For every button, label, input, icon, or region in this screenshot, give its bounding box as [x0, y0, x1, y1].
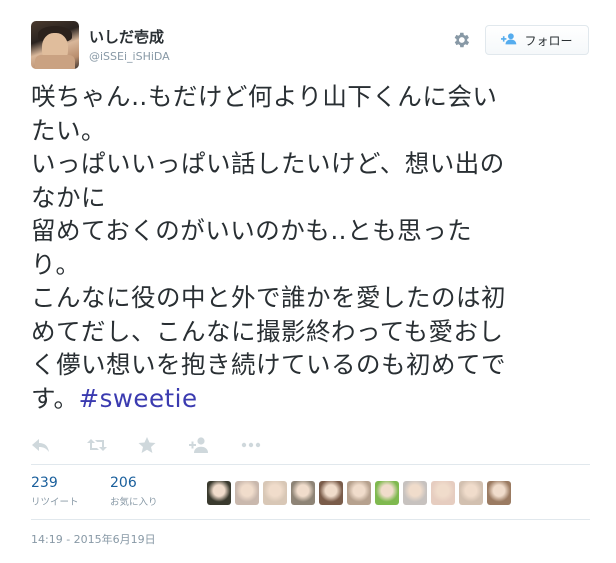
retweet-icon[interactable]	[87, 436, 107, 454]
add-user-icon	[501, 32, 519, 49]
display-name[interactable]: いしだ壱成	[89, 26, 164, 47]
gear-icon[interactable]	[451, 30, 471, 50]
follow-button-label: フォロー	[524, 33, 573, 48]
tweet-line: 咲ちゃん‥もだけど何より山下くんに会い	[31, 82, 498, 111]
tweet-line: めてだし、こんなに撮影終わっても愛おし	[31, 316, 504, 346]
tweet-line: り。	[31, 249, 81, 279]
add-user-icon[interactable]	[189, 436, 209, 454]
favoriter-avatar[interactable]	[319, 481, 343, 505]
tweet-line: いっぱいいっぱい話したいけど、想い出の	[31, 149, 505, 178]
more-icon[interactable]	[241, 436, 261, 454]
retweet-label: リツイート	[31, 497, 79, 508]
favorite-count: 206	[110, 475, 137, 491]
hashtag-link[interactable]: #sweetie	[79, 384, 198, 413]
avatar-hands	[35, 55, 75, 69]
favoriter-avatar[interactable]	[347, 481, 371, 505]
retweet-stat[interactable]: 239 リツイート	[31, 475, 79, 508]
follow-button[interactable]: フォロー	[485, 25, 589, 55]
tweet-line: なかに	[31, 182, 106, 212]
favoriter-avatar[interactable]	[263, 481, 287, 505]
divider	[31, 519, 590, 520]
tweet-line: 留めておくのがいいのかも‥とも思った	[31, 216, 473, 245]
divider	[31, 464, 590, 465]
favoriter-avatar[interactable]	[487, 481, 511, 505]
tweet-line: たい。	[31, 115, 106, 145]
favoriter-avatar[interactable]	[403, 481, 427, 505]
favoriter-avatar[interactable]	[207, 481, 231, 505]
tweet-line-last: す。#sweetie	[31, 382, 597, 416]
tweet-text: 咲ちゃん‥もだけど何より山下くんに会い たい。 いっぱいいっぱい話したいけど、想…	[31, 80, 597, 415]
favoriters-list	[207, 481, 511, 505]
favorite-stat[interactable]: 206 お気に入り	[110, 475, 158, 508]
favoriter-avatar[interactable]	[459, 481, 483, 505]
tweet-line: く儚い想いを抱き続けているのも初めてで	[31, 350, 506, 379]
favorite-label: お気に入り	[110, 497, 158, 508]
avatar[interactable]	[31, 21, 79, 69]
tweet-timestamp[interactable]: 14:19 - 2015年6月19日	[31, 531, 156, 547]
tweet-line-text: す。	[31, 383, 79, 413]
favoriter-avatar[interactable]	[235, 481, 259, 505]
user-handle[interactable]: @iSSEi_iSHiDA	[89, 50, 170, 63]
favoriter-avatar[interactable]	[291, 481, 315, 505]
reply-icon[interactable]	[31, 436, 51, 454]
favoriter-avatar[interactable]	[431, 481, 455, 505]
tweet-line: こんなに役の中と外で誰かを愛したのは初	[31, 283, 506, 312]
retweet-count: 239	[31, 475, 58, 491]
favoriter-avatar[interactable]	[375, 481, 399, 505]
star-icon[interactable]	[137, 436, 157, 454]
